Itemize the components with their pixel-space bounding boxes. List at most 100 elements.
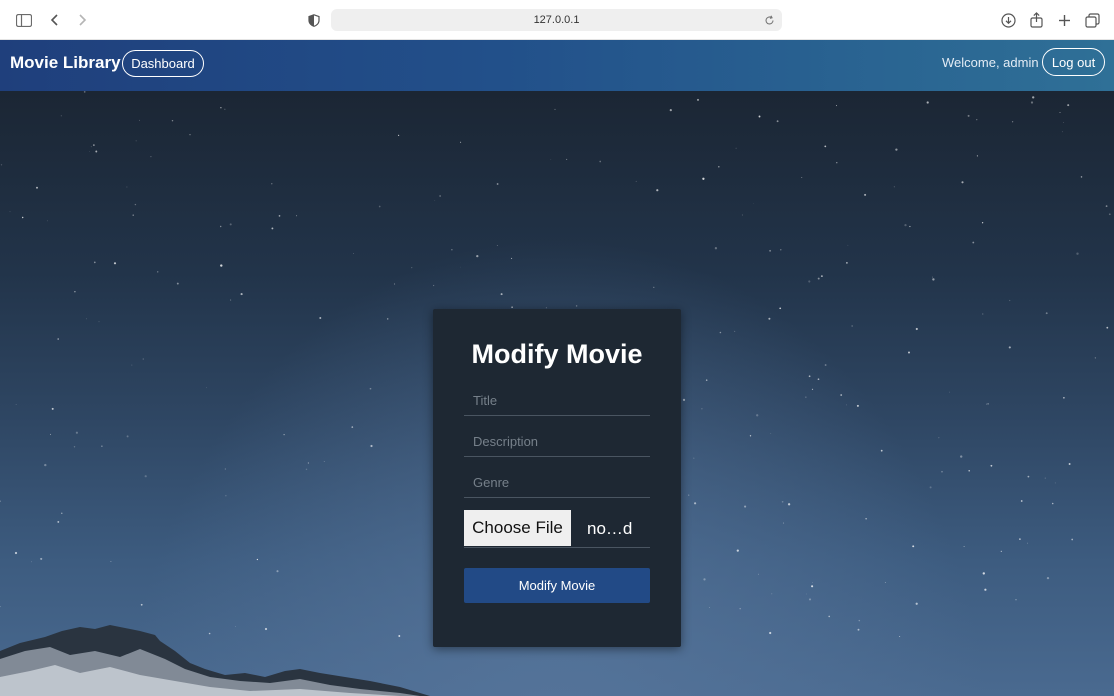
star <box>739 607 741 610</box>
url-bar[interactable]: 127.0.0.1 <box>331 9 782 31</box>
star <box>857 628 860 631</box>
new-tab-icon[interactable] <box>1053 9 1075 31</box>
star <box>156 271 159 273</box>
star <box>769 631 772 635</box>
star <box>757 573 759 575</box>
star <box>496 244 498 246</box>
star <box>752 203 754 204</box>
star <box>150 155 152 158</box>
star <box>1051 502 1054 505</box>
star <box>768 317 771 320</box>
star <box>718 166 720 168</box>
welcome-text: Welcome, admin <box>942 55 1039 70</box>
star <box>460 141 462 143</box>
star <box>702 177 705 180</box>
star <box>1020 500 1023 502</box>
star <box>808 375 811 378</box>
star <box>941 470 943 473</box>
star <box>779 307 782 310</box>
star <box>1046 576 1050 580</box>
star <box>14 551 18 555</box>
tabs-overview-icon[interactable] <box>1081 9 1103 31</box>
sidebar-toggle-icon[interactable] <box>13 9 35 31</box>
star <box>511 306 513 308</box>
star <box>51 407 54 410</box>
star <box>812 582 813 583</box>
back-icon[interactable] <box>44 9 66 31</box>
star <box>1008 346 1011 349</box>
star <box>967 114 970 117</box>
star <box>846 404 847 406</box>
star <box>805 396 807 398</box>
star <box>1061 131 1063 133</box>
star <box>907 351 911 354</box>
star <box>171 119 174 122</box>
star <box>984 588 987 591</box>
star <box>575 305 578 307</box>
dashboard-button[interactable]: Dashboard <box>122 50 204 77</box>
star <box>669 109 672 112</box>
star <box>817 277 820 280</box>
star <box>566 158 568 160</box>
star <box>1000 550 1002 552</box>
reload-icon[interactable] <box>759 9 779 31</box>
file-input[interactable]: Choose File no…d <box>464 510 650 548</box>
forward-icon[interactable] <box>71 9 93 31</box>
star <box>44 463 47 467</box>
star <box>938 437 940 439</box>
star <box>1030 101 1034 104</box>
title-input[interactable] <box>464 386 650 415</box>
star <box>1027 475 1030 478</box>
star <box>915 327 918 331</box>
star <box>736 549 739 552</box>
star <box>780 249 782 251</box>
star <box>61 512 63 514</box>
star <box>476 254 479 258</box>
star <box>688 494 690 496</box>
star <box>693 457 695 459</box>
star <box>451 249 453 251</box>
star <box>394 283 396 285</box>
genre-input[interactable] <box>464 468 650 497</box>
star <box>1027 542 1029 544</box>
star <box>93 144 95 146</box>
star <box>801 177 803 179</box>
url-text: 127.0.0.1 <box>533 14 580 26</box>
shield-icon[interactable] <box>303 9 325 31</box>
description-input[interactable] <box>464 427 650 456</box>
choose-file-button[interactable]: Choose File <box>464 510 571 546</box>
star <box>1059 112 1061 114</box>
star <box>719 331 722 334</box>
app-navbar: Movie Library Dashboard Welcome, admin L… <box>0 40 1114 91</box>
star <box>929 486 932 489</box>
star <box>307 462 309 464</box>
star <box>126 435 129 438</box>
star <box>972 241 975 244</box>
star <box>1106 326 1109 329</box>
star <box>735 147 737 149</box>
star <box>976 155 978 157</box>
star <box>278 215 281 217</box>
star <box>904 223 907 227</box>
share-icon[interactable] <box>1025 9 1047 31</box>
star <box>46 220 48 222</box>
logout-button[interactable]: Log out <box>1042 48 1105 76</box>
brand-title[interactable]: Movie Library <box>10 53 121 73</box>
star <box>982 572 985 575</box>
star <box>776 120 779 123</box>
star <box>851 325 853 327</box>
mountain-silhouette <box>0 625 430 696</box>
star <box>36 186 38 189</box>
download-icon[interactable] <box>997 9 1019 31</box>
star <box>176 282 179 285</box>
star <box>949 391 950 393</box>
star <box>0 164 3 166</box>
star <box>256 558 259 561</box>
star <box>915 602 918 605</box>
star <box>140 603 143 606</box>
description-field <box>464 427 650 457</box>
star <box>986 403 988 405</box>
star <box>9 211 11 213</box>
modify-movie-button[interactable]: Modify Movie <box>464 568 650 603</box>
star <box>781 500 784 503</box>
